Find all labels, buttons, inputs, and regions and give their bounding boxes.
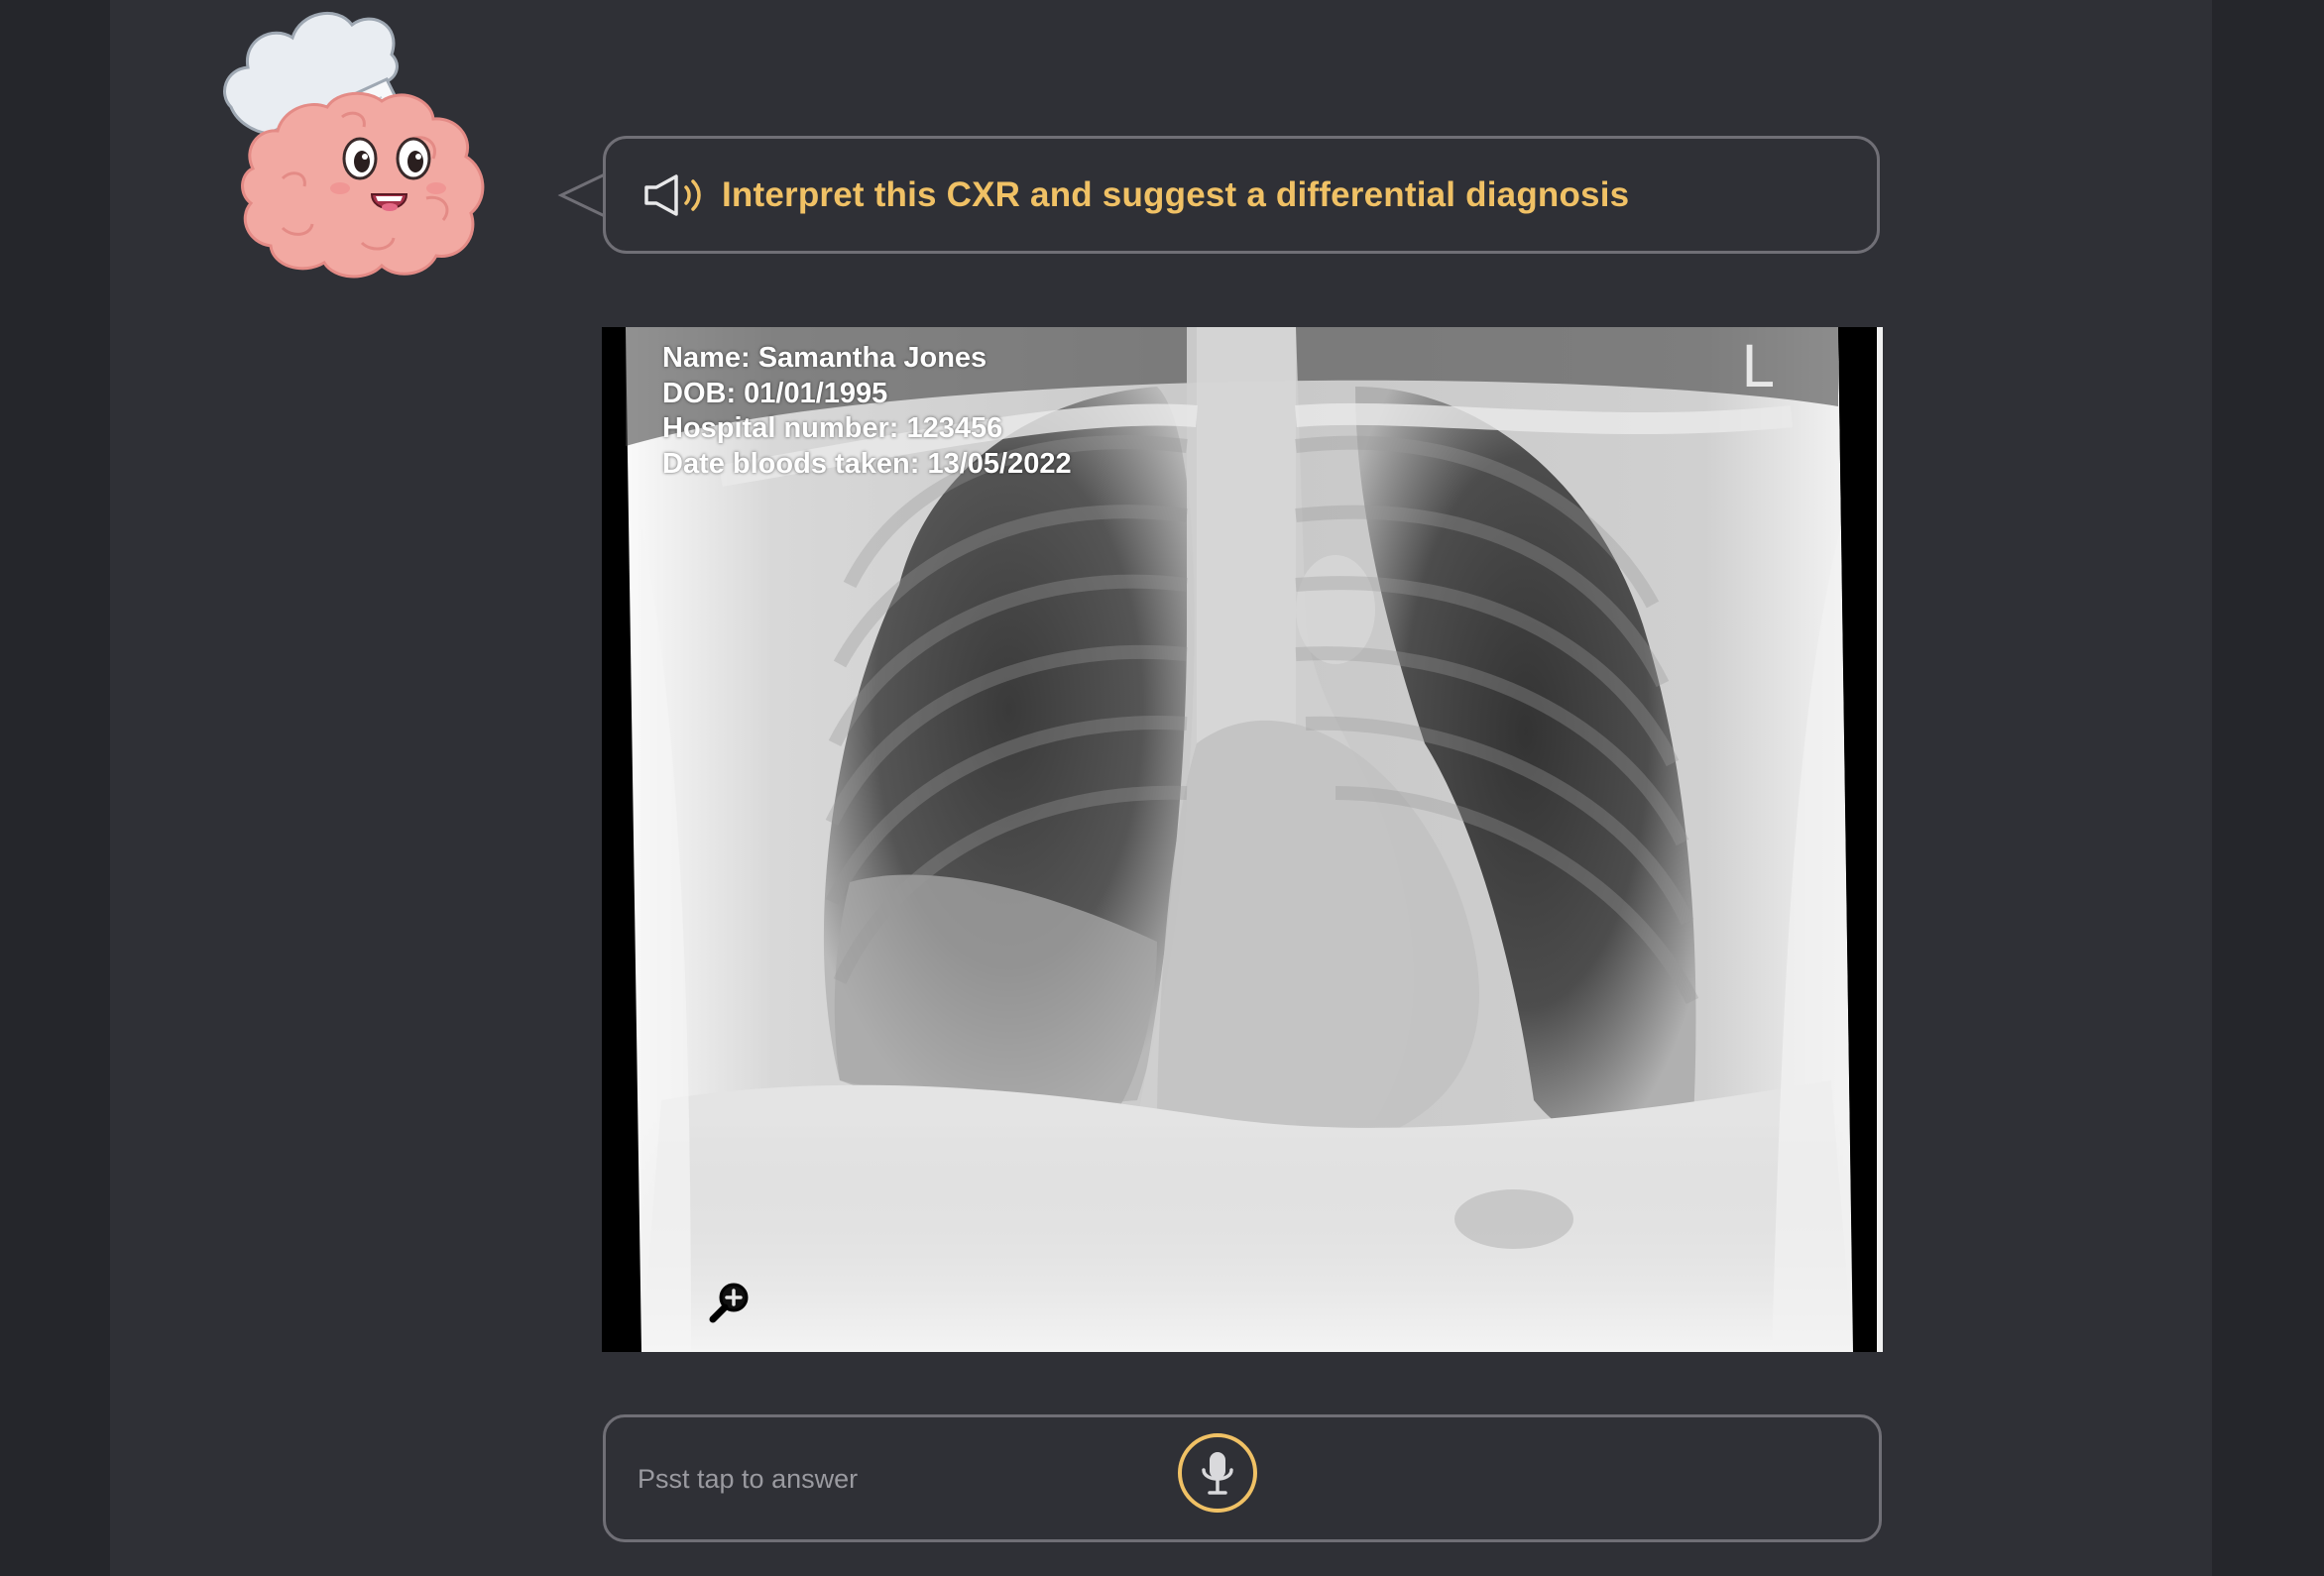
- zoom-in-icon[interactable]: [708, 1281, 752, 1324]
- patient-dob: DOB: 01/01/1995: [662, 377, 888, 409]
- speaker-icon[interactable]: [640, 172, 704, 218]
- app-root: Interpret this CXR and suggest a differe…: [0, 0, 2324, 1576]
- microphone-icon: [1202, 1452, 1233, 1495]
- side-marker: L: [1741, 333, 1774, 400]
- prompt-text: Interpret this CXR and suggest a differe…: [722, 174, 1630, 214]
- date-bloods-taken: Date bloods taken: 13/05/2022: [662, 447, 1072, 480]
- patient-name: Name: Samantha Jones: [662, 342, 988, 374]
- hospital-number: Hospital number: 123456: [662, 412, 1003, 444]
- prompt-bubble: Interpret this CXR and suggest a differe…: [603, 136, 1880, 254]
- brain-chef-mascot: [213, 0, 550, 282]
- answer-input[interactable]: [636, 1417, 1135, 1541]
- answer-box: [603, 1414, 1882, 1542]
- chest-xray-image[interactable]: Name: Samantha Jones DOB: 01/01/1995 Hos…: [602, 327, 1883, 1352]
- patient-info-overlay: Name: Samantha Jones DOB: 01/01/1995 Hos…: [662, 341, 1072, 482]
- microphone-button[interactable]: [1178, 1433, 1257, 1513]
- bubble-tail: [557, 172, 606, 218]
